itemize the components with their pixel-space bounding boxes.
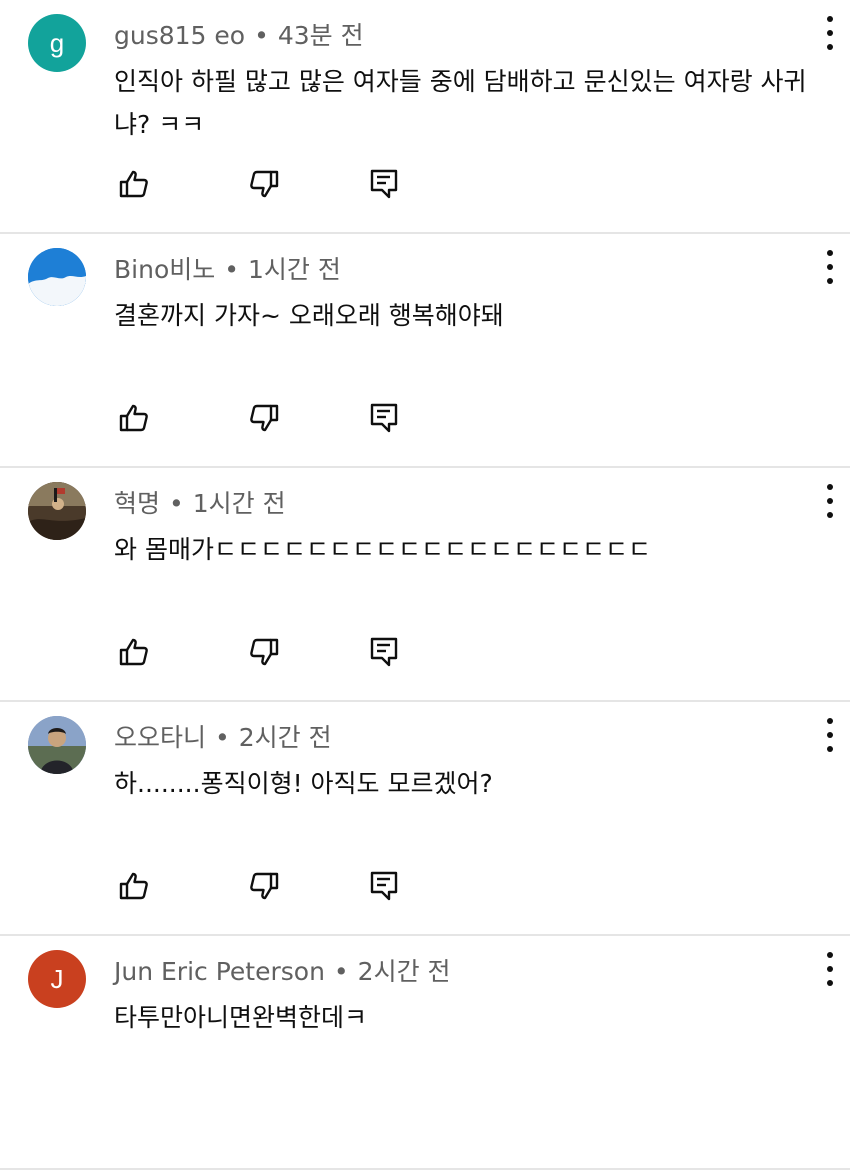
- dislike-button[interactable]: [246, 400, 282, 436]
- painting-avatar-image: [28, 482, 86, 540]
- comment-author[interactable]: 오오타니: [114, 723, 206, 752]
- reply-button[interactable]: [366, 868, 402, 904]
- avatar-letter: g: [49, 27, 65, 58]
- meta-separator: •: [333, 957, 349, 986]
- reply-icon: [370, 169, 398, 199]
- comment-item: 혁명 • 1시간 전 와 몸매가ㄷㄷㄷㄷㄷㄷㄷㄷㄷㄷㄷㄷㄷㄷㄷㄷㄷㄷㄷ: [0, 468, 850, 702]
- comment-time: 43분 전: [277, 21, 364, 50]
- thumb-down-icon: [250, 638, 279, 666]
- comment-meta: 혁명 • 1시간 전: [114, 484, 286, 520]
- comment-item: J Jun Eric Peterson • 2시간 전 타투만아니면완벽한데ㅋ: [0, 936, 850, 1170]
- dislike-button[interactable]: [246, 868, 282, 904]
- thumb-up-icon: [119, 404, 148, 432]
- comment-item: Bino비노 • 1시간 전 결혼까지 가자~ 오래오래 행복해야돼: [0, 234, 850, 468]
- reply-icon: [370, 871, 398, 901]
- comment-item: g gus815 eo • 43분 전 인직아 하필 많고 많은 여자들 중에 담배…: [0, 0, 850, 234]
- comment-actions: [114, 634, 414, 670]
- like-button[interactable]: [116, 634, 152, 670]
- more-vert-icon[interactable]: [820, 16, 840, 50]
- comment-time: 1시간 전: [248, 255, 341, 284]
- meta-separator: •: [215, 723, 230, 752]
- comment-text: 와 몸매가ㄷㄷㄷㄷㄷㄷㄷㄷㄷㄷㄷㄷㄷㄷㄷㄷㄷㄷㄷ: [114, 535, 651, 564]
- comment-actions: [114, 166, 414, 202]
- avatar[interactable]: [28, 482, 86, 540]
- avatar[interactable]: [28, 248, 86, 306]
- reply-icon: [370, 637, 398, 667]
- comment-author[interactable]: gus815 eo: [114, 21, 245, 50]
- comment-meta: Jun Eric Peterson • 2시간 전: [114, 952, 451, 988]
- comment-time: 2시간 전: [357, 957, 451, 986]
- comment-text: 하........퐁직이형! 아직도 모르겠어?: [114, 769, 493, 798]
- like-button[interactable]: [116, 400, 152, 436]
- avatar-letter: J: [50, 963, 64, 994]
- thumb-down-icon: [250, 170, 279, 198]
- more-vert-icon[interactable]: [820, 250, 840, 284]
- reply-button[interactable]: [366, 634, 402, 670]
- thumb-up-icon: [119, 170, 148, 198]
- more-vert-icon[interactable]: [820, 484, 840, 518]
- dislike-button[interactable]: [246, 166, 282, 202]
- comment-actions: [114, 400, 414, 436]
- comment-meta: 오오타니 • 2시간 전: [114, 718, 332, 754]
- more-vert-icon[interactable]: [820, 952, 840, 986]
- thumb-up-icon: [119, 872, 148, 900]
- comment-author[interactable]: 혁명: [114, 489, 160, 518]
- comment-time: 2시간 전: [238, 723, 332, 752]
- comment-text: 인직아 하필 많고 많은 여자들 중에 담배하고 문신있는 여자랑 사귀냐? ㅋ…: [114, 67, 807, 139]
- avatar[interactable]: J: [28, 950, 86, 1008]
- comment-text: 결혼까지 가자~ 오래오래 행복해야돼: [114, 301, 504, 330]
- avatar[interactable]: [28, 716, 86, 774]
- comment-meta: Bino비노 • 1시간 전: [114, 250, 341, 286]
- thumb-up-icon: [119, 638, 148, 666]
- meta-separator: •: [254, 21, 269, 50]
- thumb-down-icon: [250, 404, 279, 432]
- comment-item: 오오타니 • 2시간 전 하........퐁직이형! 아직도 모르겠어?: [0, 702, 850, 936]
- comment-meta: gus815 eo • 43분 전: [114, 16, 364, 52]
- reply-icon: [370, 403, 398, 433]
- like-button[interactable]: [116, 868, 152, 904]
- more-vert-icon[interactable]: [820, 718, 840, 752]
- sky-avatar-image: [28, 248, 86, 306]
- person-avatar-image: [28, 716, 86, 774]
- comment-author[interactable]: Jun Eric Peterson: [114, 957, 325, 986]
- reply-button[interactable]: [366, 166, 402, 202]
- comment-time: 1시간 전: [192, 489, 286, 518]
- reply-button[interactable]: [366, 400, 402, 436]
- meta-separator: •: [169, 489, 184, 518]
- comment-actions: [114, 868, 414, 904]
- comment-text: 타투만아니면완벽한데ㅋ: [114, 1003, 368, 1032]
- dislike-button[interactable]: [246, 634, 282, 670]
- thumb-down-icon: [250, 872, 279, 900]
- avatar[interactable]: g: [28, 14, 86, 72]
- comment-author[interactable]: Bino비노: [114, 255, 215, 284]
- meta-separator: •: [224, 255, 239, 284]
- like-button[interactable]: [116, 166, 152, 202]
